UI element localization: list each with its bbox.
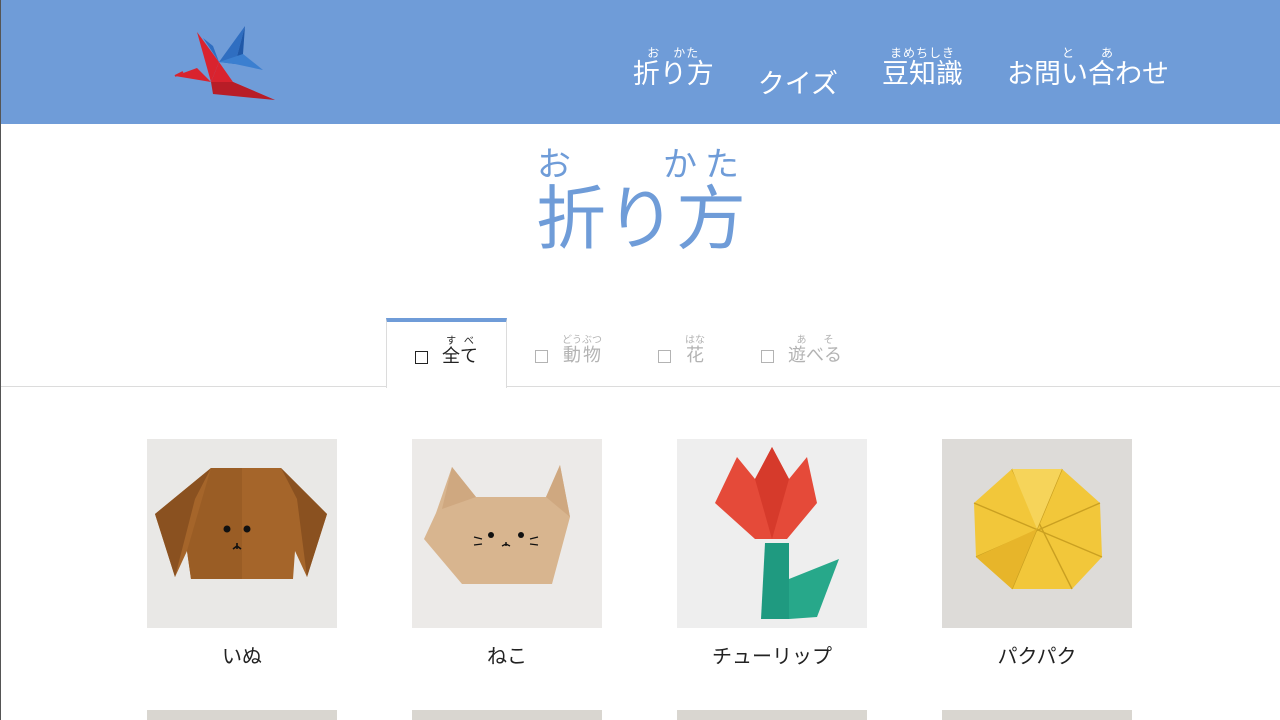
nav-trivia[interactable]: 豆知識まめちしき xyxy=(882,46,963,101)
card-next-row-thumb[interactable] xyxy=(147,710,337,720)
site-header: 折り方お かた クイズ 豆知識まめちしき お問い合わせと あ xyxy=(1,0,1280,124)
card-cat[interactable]: ねこ xyxy=(412,439,602,669)
card-tulip[interactable]: チューリップ xyxy=(677,439,867,669)
tab-playable[interactable]: 遊べるあそ xyxy=(733,318,870,387)
crane-logo-icon[interactable] xyxy=(173,24,277,102)
checkbox-icon xyxy=(761,350,774,363)
card-next-row-thumb[interactable] xyxy=(412,710,602,720)
card-label: チューリップ xyxy=(712,644,832,668)
card-label: いぬ xyxy=(222,644,262,668)
cat-origami-image[interactable] xyxy=(412,439,602,628)
dog-origami-image[interactable] xyxy=(147,439,337,628)
checkbox-icon xyxy=(415,351,428,364)
pakupaku-origami-image[interactable] xyxy=(942,439,1132,628)
category-tabs-bar: 全てすべ 動物どうぶつ 花はな 遊べるあそ xyxy=(1,318,1280,388)
card-label: ねこ xyxy=(487,644,527,668)
tab-animals[interactable]: 動物どうぶつ xyxy=(507,318,630,387)
nav-quiz[interactable]: クイズ xyxy=(758,46,838,101)
page-title: 折り方お かた xyxy=(536,145,746,260)
category-tabs: 全てすべ 動物どうぶつ 花はな 遊べるあそ xyxy=(386,318,870,388)
card-pakupaku[interactable]: パクパク xyxy=(942,439,1132,669)
tulip-origami-image[interactable] xyxy=(677,439,867,628)
tab-all[interactable]: 全てすべ xyxy=(386,318,507,388)
tab-flowers[interactable]: 花はな xyxy=(630,318,733,387)
nav-contact[interactable]: お問い合わせと あ xyxy=(1007,46,1169,101)
checkbox-icon xyxy=(658,350,671,363)
card-label: パクパク xyxy=(997,644,1077,668)
nav-folding[interactable]: 折り方お かた xyxy=(633,46,714,101)
checkbox-icon xyxy=(535,350,548,363)
card-dog[interactable]: いぬ xyxy=(147,439,337,669)
card-next-row-thumb[interactable] xyxy=(677,710,867,720)
card-next-row-thumb[interactable] xyxy=(942,710,1132,720)
main-nav: 折り方お かた クイズ 豆知識まめちしき お問い合わせと あ xyxy=(633,46,1169,101)
